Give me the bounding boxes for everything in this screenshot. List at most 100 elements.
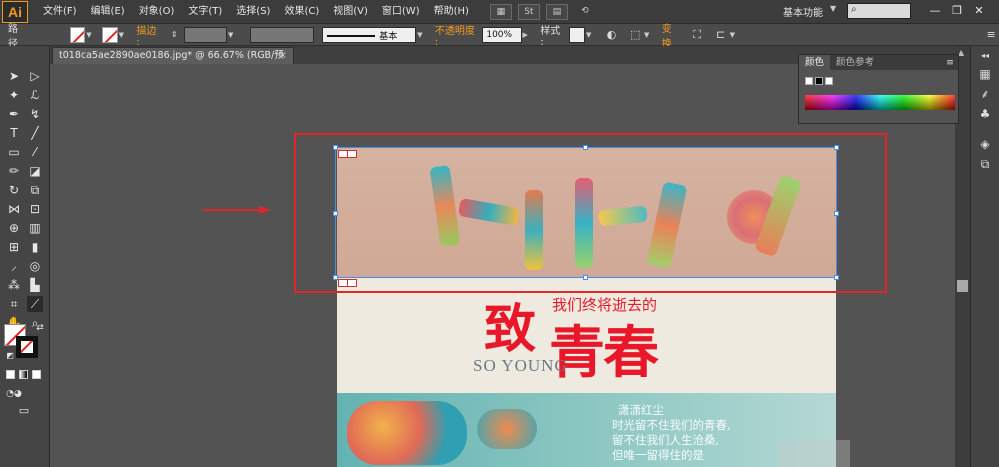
chevron-down-icon[interactable]: ▼ (730, 31, 740, 39)
isolate-group-icon[interactable]: ⛶ (689, 27, 705, 43)
collapse-dock-icon[interactable]: ◂◂ (977, 48, 993, 64)
workspace-switcher[interactable]: 基本功能 (783, 4, 823, 19)
menu-window[interactable]: 窗口(W) (375, 0, 427, 24)
paintbrush-tool-icon[interactable]: ⁄ (27, 144, 43, 160)
direct-selection-tool-icon[interactable]: ▷ (27, 68, 43, 84)
watermark (780, 440, 850, 467)
scale-tool-icon[interactable]: ⧉ (27, 182, 43, 198)
chevron-down-icon[interactable]: ▼ (586, 31, 596, 39)
menu-edit[interactable]: 编辑(E) (84, 0, 132, 24)
menu-object[interactable]: 对象(O) (132, 0, 182, 24)
symbols-icon[interactable]: ♣ (977, 106, 993, 122)
perspective-grid-tool-icon[interactable]: ▥ (27, 220, 43, 236)
free-transform-tool-icon[interactable]: ⊡ (27, 201, 43, 217)
menu-file[interactable]: 文件(F) (36, 0, 84, 24)
scrollbar-thumb[interactable] (957, 280, 968, 292)
menu-effect[interactable]: 效果(C) (277, 0, 326, 24)
stroke-color-swatch[interactable] (16, 336, 38, 358)
chevron-down-icon[interactable]: ▼ (86, 31, 96, 39)
magic-wand-tool-icon[interactable]: ✦ (6, 87, 22, 103)
chevron-down-icon[interactable]: ▼ (830, 4, 836, 13)
swap-fill-stroke-icon[interactable]: ⇄ (32, 320, 48, 336)
gradient-mode-icon[interactable] (19, 370, 28, 379)
poem-line: 时光留不住我们的青春, (612, 418, 731, 432)
menu-view[interactable]: 视图(V) (326, 0, 375, 24)
color-panel-tabs: 颜色 颜色参考 ≡ (799, 55, 958, 70)
symbol-sprayer-tool-icon[interactable]: ⁂ (6, 277, 22, 293)
brushes-icon[interactable]: ⸙ (977, 86, 993, 102)
minimize-button[interactable]: — (924, 2, 946, 20)
line-tool-icon[interactable]: ╱ (27, 125, 43, 141)
menu-type[interactable]: 文字(T) (181, 0, 229, 24)
opacity-label[interactable]: 不透明度 : (435, 22, 480, 48)
selection-tool-icon[interactable]: ➤ (6, 68, 22, 84)
shape-builder-tool-icon[interactable]: ⊕ (6, 220, 22, 236)
swatches-icon[interactable]: ▦ (977, 66, 993, 82)
color-mode-icon[interactable] (6, 370, 15, 379)
panel-menu-icon[interactable]: ≡ (946, 55, 958, 70)
tab-color[interactable]: 颜色 (799, 55, 831, 70)
gpu-performance-icon[interactable]: ⟲ (574, 4, 596, 20)
layers-icon[interactable]: ◈ (977, 136, 993, 152)
menu-help[interactable]: 帮助(H) (427, 0, 476, 24)
stock-icon[interactable]: St (517, 3, 540, 20)
restore-button[interactable]: ❐ (946, 2, 968, 20)
chevron-right-icon[interactable]: ▶ (523, 31, 533, 39)
bridge-icon[interactable]: ▦ (489, 3, 512, 20)
none-swatch[interactable] (805, 77, 813, 85)
curvature-tool-icon[interactable]: ↯ (27, 106, 43, 122)
opacity-field[interactable]: 100% (482, 26, 522, 43)
close-icon[interactable]: × (279, 48, 287, 64)
none-mode-icon[interactable] (32, 370, 41, 379)
distribute-icon[interactable]: ⊏ (713, 27, 729, 43)
brush-definition[interactable]: 基本 (322, 26, 417, 43)
lasso-tool-icon[interactable]: ℒ (27, 87, 43, 103)
chevron-down-icon[interactable]: ▼ (644, 31, 654, 39)
pencil-tool-icon[interactable]: ✏ (6, 163, 22, 179)
menu-items: 文件(F) 编辑(E) 对象(O) 文字(T) 选择(S) 效果(C) 视图(V… (36, 0, 476, 24)
drawing-modes-icon[interactable]: ◔◕ (6, 386, 22, 402)
gradient-tool-icon[interactable]: ▮ (27, 239, 43, 255)
slice-tool-icon[interactable]: ⟋ (27, 296, 43, 312)
stroke-swatch-none[interactable] (101, 26, 118, 43)
poster-poem: 潇潇红尘 时光留不住我们的青春, 留不住我们人生沧桑, 但唯一留得住的是 (612, 403, 782, 463)
transform-label[interactable]: 变换 (662, 20, 682, 50)
annotation-arrow (203, 206, 271, 214)
chevron-down-icon[interactable]: ▼ (119, 31, 129, 39)
mesh-tool-icon[interactable]: ⊞ (6, 239, 22, 255)
black-swatch[interactable] (815, 77, 823, 85)
eyedropper-tool-icon[interactable]: ⸝ (6, 258, 22, 274)
panel-menu-icon[interactable]: ≡ (983, 27, 999, 43)
annotation-highlight-box (294, 133, 887, 293)
chevron-down-icon[interactable]: ▼ (417, 31, 427, 39)
stroke-weight-field[interactable] (183, 26, 228, 43)
chevron-down-icon[interactable]: ▼ (228, 31, 238, 39)
variable-width-profile[interactable] (249, 26, 315, 43)
graphic-style-swatch[interactable] (569, 26, 586, 43)
color-spectrum[interactable] (805, 95, 955, 110)
type-tool-icon[interactable]: T (6, 125, 22, 141)
column-graph-tool-icon[interactable]: ▙ (27, 277, 43, 293)
arrange-documents-icon[interactable]: ▤ (545, 3, 568, 20)
recolor-artwork-icon[interactable]: ◐ (604, 27, 620, 43)
close-button[interactable]: ✕ (968, 2, 990, 20)
pen-tool-icon[interactable]: ✒ (6, 106, 22, 122)
align-icon[interactable]: ⬚ (627, 27, 643, 43)
tab-document[interactable]: t018ca5ae2890ae0186.jpg* @ 66.67% (RGB/预… (52, 47, 294, 77)
stroke-weight-stepper[interactable]: ⇕ (166, 27, 182, 43)
rectangle-tool-icon[interactable]: ▭ (6, 144, 22, 160)
stroke-label[interactable]: 描边 : (136, 22, 162, 48)
menu-select[interactable]: 选择(S) (229, 0, 277, 24)
screen-mode-icon[interactable]: ▭ (16, 403, 32, 419)
search-input[interactable]: ⌕ (847, 3, 911, 19)
artboard-tool-icon[interactable]: ⌗ (6, 296, 22, 312)
fill-swatch-none[interactable] (69, 26, 86, 43)
blend-tool-icon[interactable]: ◎ (27, 258, 43, 274)
artboards-icon[interactable]: ⧉ (977, 156, 993, 172)
width-tool-icon[interactable]: ⋈ (6, 201, 22, 217)
tab-color-guide[interactable]: 颜色参考 (830, 55, 880, 70)
eraser-tool-icon[interactable]: ◪ (27, 163, 43, 179)
default-fill-stroke-icon[interactable]: ◩ (2, 348, 18, 364)
rotate-tool-icon[interactable]: ↻ (6, 182, 22, 198)
white-swatch[interactable] (825, 77, 833, 85)
